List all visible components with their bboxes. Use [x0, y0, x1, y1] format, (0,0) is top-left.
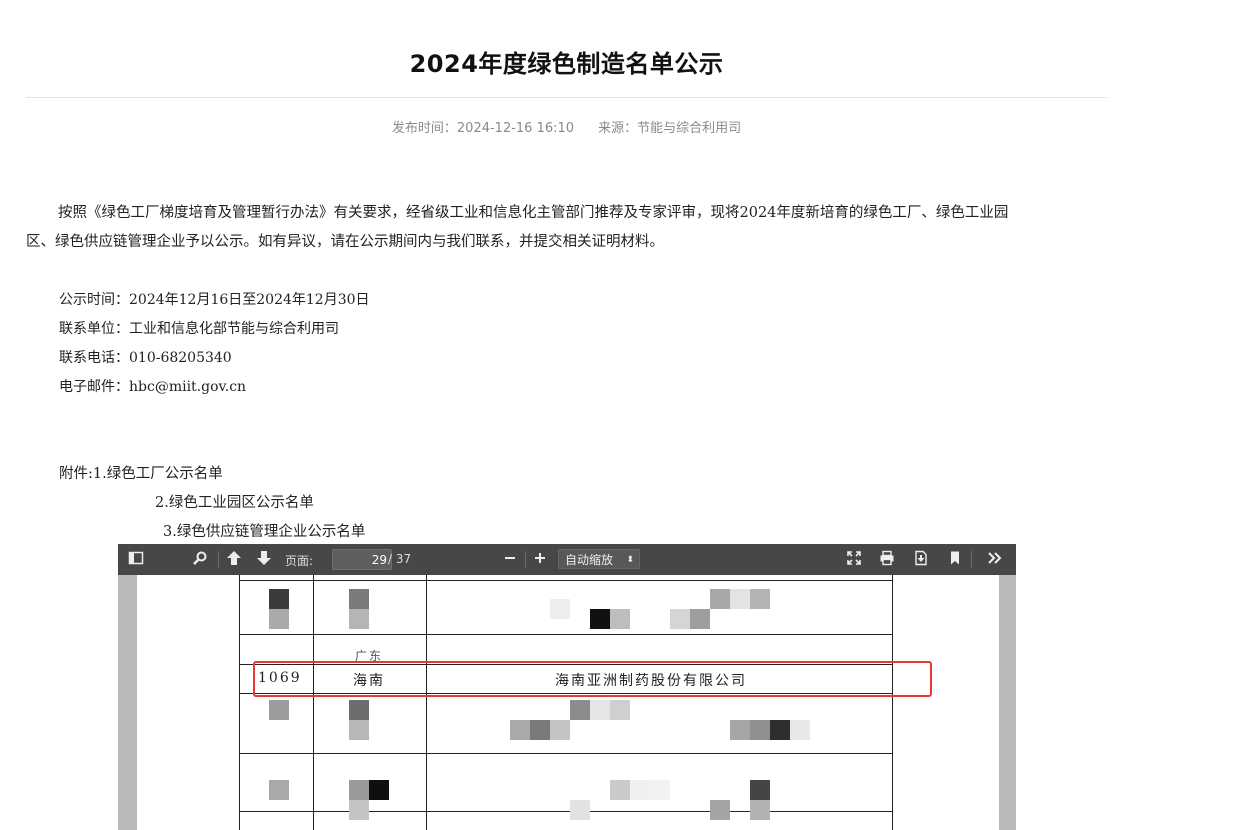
redaction-mosaic [349, 800, 369, 820]
next-page-icon[interactable] [254, 550, 274, 569]
title-divider [26, 97, 1107, 98]
zoom-in-icon[interactable] [530, 550, 550, 569]
redaction-mosaic [550, 720, 570, 740]
redaction-mosaic [750, 720, 770, 740]
zoom-out-icon[interactable] [500, 550, 520, 569]
redaction-mosaic [730, 589, 750, 609]
table-border [313, 575, 314, 830]
contact-email: 电子邮件：hbc@miit.gov.cn [59, 379, 247, 395]
redaction-mosaic [610, 700, 630, 720]
paragraph-line: 按照《绿色工厂梯度培育及管理暂行办法》有关要求，经省级工业和信息化主管部门推荐及… [58, 205, 1009, 221]
redaction-mosaic [590, 609, 610, 629]
redaction-mosaic [610, 609, 630, 629]
redaction-mosaic [650, 780, 670, 800]
tools-icon[interactable] [985, 550, 1005, 569]
redaction-mosaic [269, 700, 289, 720]
page-label: 页面: [285, 554, 314, 568]
redaction-mosaic [690, 609, 710, 629]
previous-page-icon[interactable] [224, 550, 244, 569]
attachment-link-1[interactable]: 附件:1.绿色工厂公示名单 [59, 462, 223, 483]
toolbar-separator [525, 551, 526, 568]
page-number-input[interactable] [332, 549, 392, 570]
redaction-mosaic [610, 780, 630, 800]
redaction-mosaic [750, 589, 770, 609]
table-border [239, 753, 893, 754]
contact-unit: 联系单位：工业和信息化部节能与综合利用司 [59, 321, 339, 337]
announcement-paragraph: 按照《绿色工厂梯度培育及管理暂行办法》有关要求，经省级工业和信息化主管部门推荐及… [26, 199, 1107, 257]
table-border [239, 575, 240, 830]
redaction-mosaic [710, 589, 730, 609]
table-border [426, 575, 427, 830]
redaction-mosaic [530, 720, 550, 740]
presentation-mode-icon[interactable] [844, 550, 864, 569]
page-title: 2024年度绿色制造名单公示 [409, 50, 724, 78]
redaction-mosaic [770, 720, 790, 740]
redaction-mosaic [349, 609, 369, 629]
table-border [239, 634, 893, 635]
redaction-mosaic [730, 720, 750, 740]
redaction-mosaic [750, 780, 770, 800]
table-border [892, 575, 893, 830]
attachment-link-2[interactable]: 2.绿色工业园区公示名单 [155, 491, 314, 512]
redaction-mosaic [269, 780, 289, 800]
redaction-mosaic [630, 780, 650, 800]
redaction-mosaic [590, 700, 610, 720]
attachment-link-3[interactable]: 3.绿色供应链管理企业公示名单 [163, 520, 365, 541]
print-icon[interactable] [877, 550, 897, 569]
bookmark-icon[interactable] [945, 550, 965, 569]
redaction-mosaic [750, 800, 770, 820]
highlight-box [253, 661, 932, 697]
redaction-mosaic [570, 800, 590, 820]
redaction-mosaic [349, 589, 369, 609]
redaction-mosaic [670, 609, 690, 629]
zoom-select[interactable]: 自动缩放 ⬍ [558, 549, 640, 569]
redaction-mosaic [550, 599, 570, 619]
redaction-mosaic [510, 720, 530, 740]
redaction-mosaic [349, 700, 369, 720]
paragraph-line: 区、绿色供应链管理企业予以公示。如有异议，请在公示期间内与我们联系，并提交相关证… [26, 234, 664, 250]
publish-time: 发布时间：2024-12-16 16:10 [391, 121, 575, 136]
partial-region-label: 广东 [355, 649, 384, 661]
redaction-mosaic [570, 700, 590, 720]
zoom-select-value: 自动缩放 [565, 553, 614, 567]
redaction-mosaic [790, 720, 810, 740]
download-icon[interactable] [911, 550, 931, 569]
sidebar-toggle-icon[interactable] [126, 550, 146, 569]
redaction-mosaic [269, 609, 289, 629]
toolbar-separator [971, 551, 972, 568]
search-icon[interactable] [190, 550, 210, 569]
redaction-mosaic [710, 800, 730, 820]
table-border [239, 580, 893, 581]
table-border [239, 811, 893, 812]
article-meta: 发布时间：2024-12-16 16:10 来源：节能与综合利用司 [26, 117, 1107, 136]
pdf-page: 广东 1069 海南 海南亚洲制药股份有限公司 [137, 575, 999, 830]
page-count: / 37 [388, 552, 412, 566]
notice-period: 公示时间：2024年12月16日至2024年12月30日 [59, 292, 370, 308]
redaction-mosaic [349, 780, 369, 800]
chevron-updown-icon: ⬍ [626, 555, 634, 565]
redaction-mosaic [349, 720, 369, 740]
article-source: 来源：节能与综合利用司 [598, 121, 742, 136]
redaction-mosaic [369, 780, 389, 800]
pdf-toolbar: 页面: / 37 自动缩放 ⬍ [118, 544, 1016, 575]
redaction-mosaic [269, 589, 289, 609]
contact-phone: 联系电话：010-68205340 [59, 350, 232, 366]
toolbar-separator [218, 551, 219, 568]
pdf-viewer[interactable]: 页面: / 37 自动缩放 ⬍ [118, 544, 1016, 830]
